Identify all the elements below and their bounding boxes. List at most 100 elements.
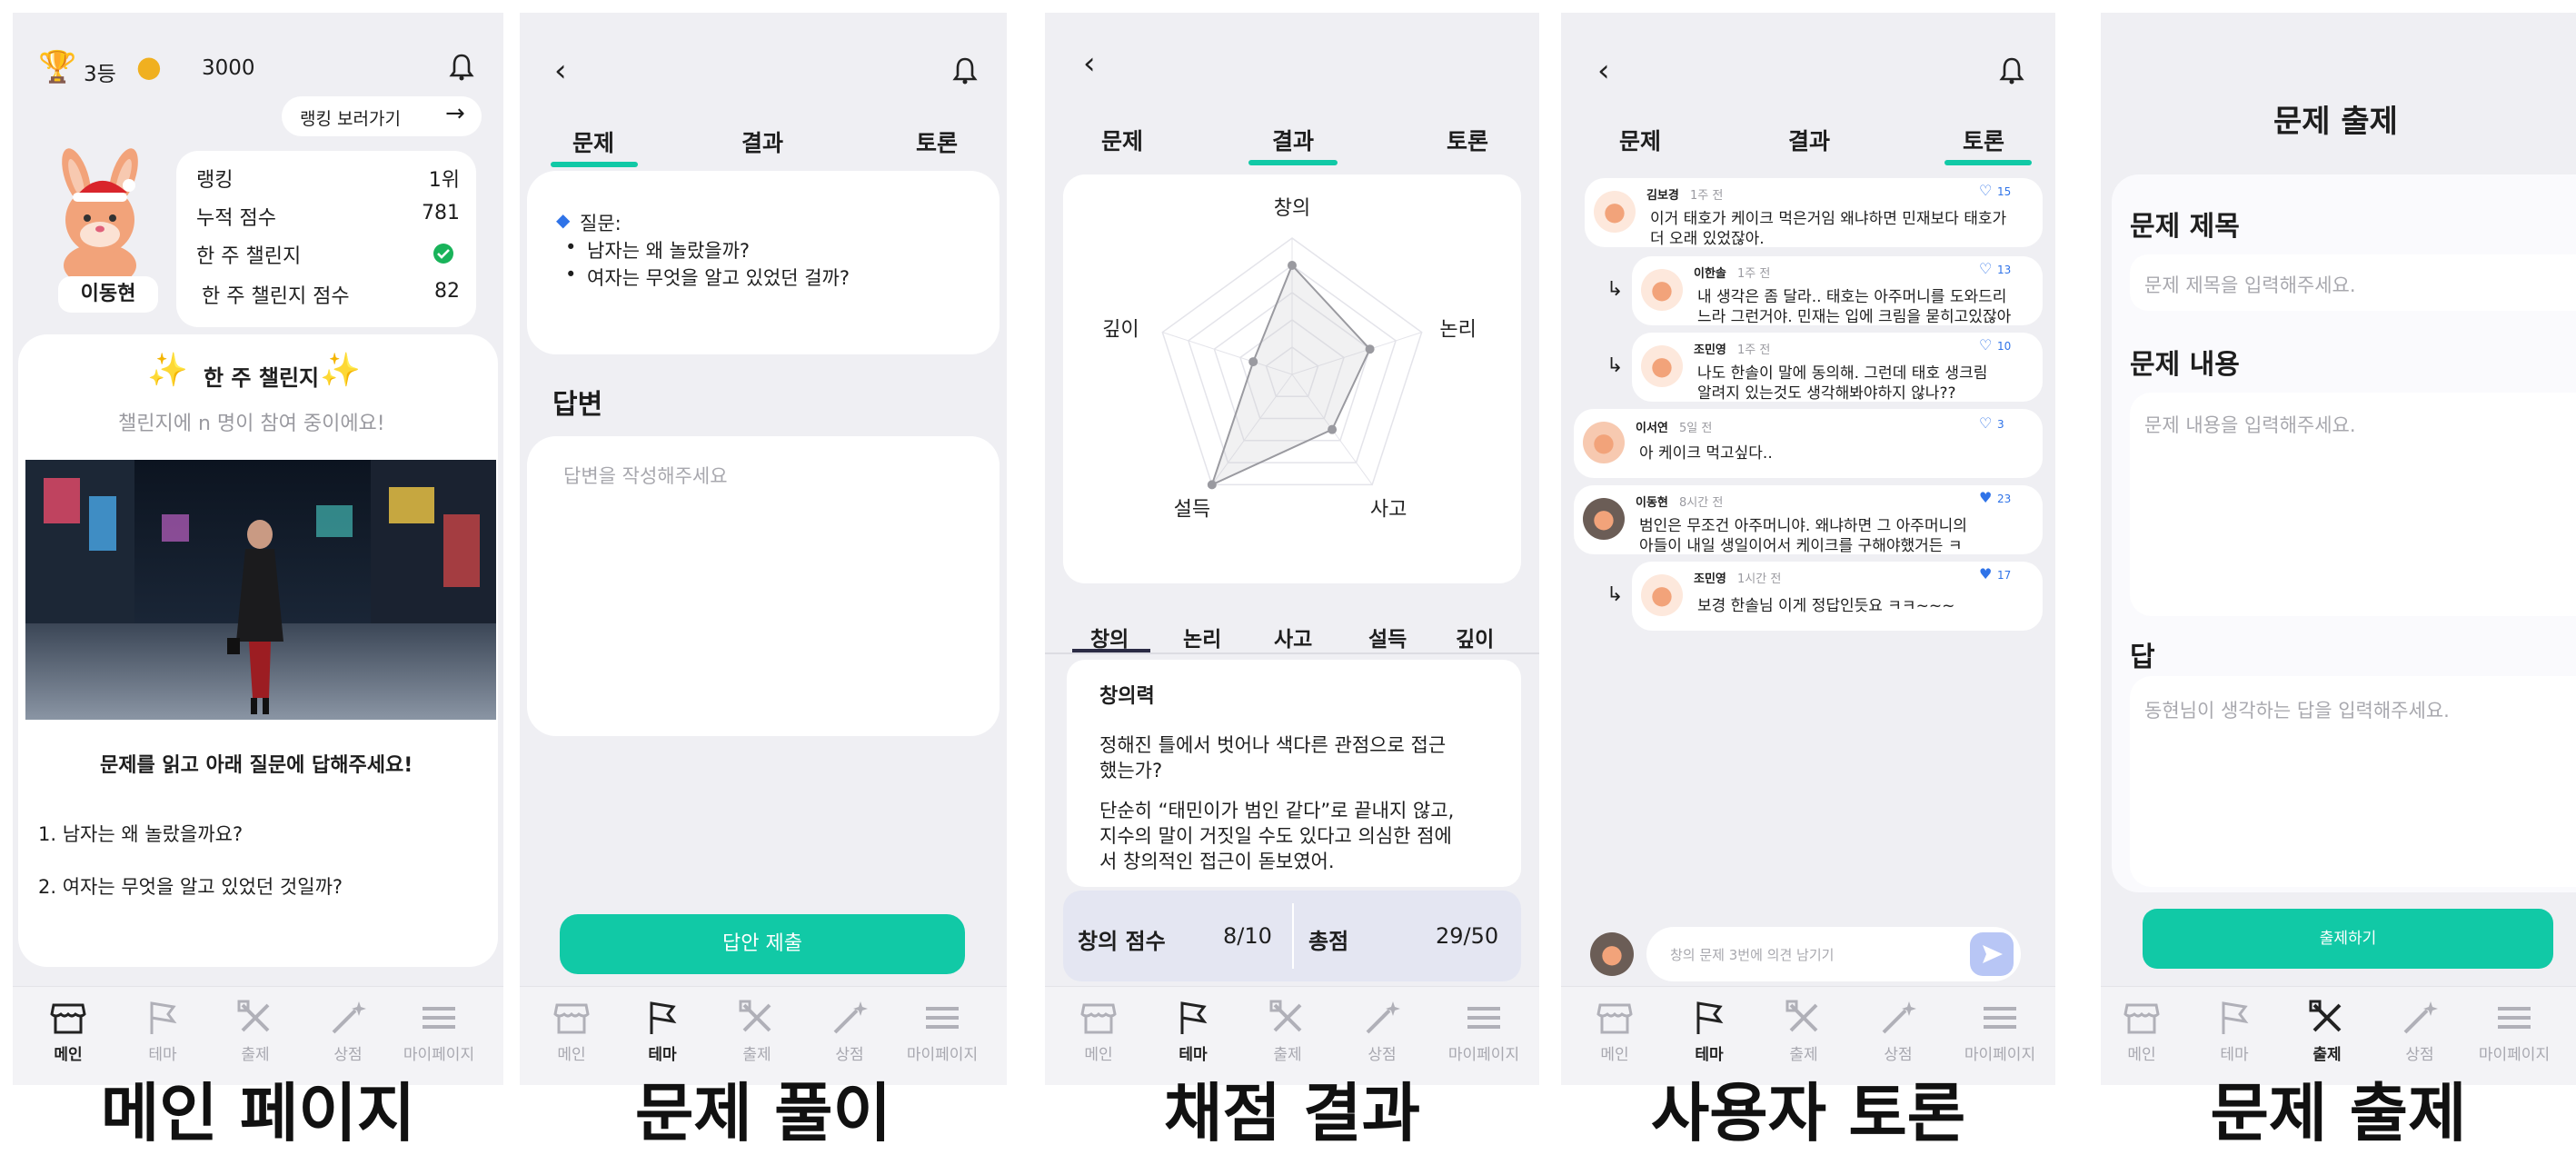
nav-item-mypage[interactable]: 마이페이지 — [1959, 998, 2041, 1064]
back-icon[interactable]: ‹ — [1597, 53, 1610, 89]
nav-item-main[interactable]: 메인 — [1058, 998, 1139, 1064]
nav-item-main[interactable]: 메인 — [1574, 998, 1656, 1064]
active-tab-indicator — [1248, 160, 1338, 165]
tab-problem[interactable]: 문제 — [1599, 124, 1681, 156]
avatar: ● — [1594, 191, 1636, 233]
stat-row: 한 주 챌린지 — [196, 240, 460, 268]
radar-axis-label: 사고 — [1370, 498, 1407, 521]
bullet-icon: • — [565, 236, 577, 258]
back-icon[interactable]: ‹ — [1083, 45, 1096, 82]
criteria-tab-persuasion[interactable]: 설득 — [1368, 622, 1407, 652]
rank-text: 3등 — [84, 63, 116, 86]
nav-item-mypage[interactable]: 마이페이지 — [398, 998, 480, 1064]
heart-icon[interactable]: ♡ — [1979, 414, 1992, 432]
magic-wand-icon — [332, 1001, 366, 1034]
criteria-tab-depth[interactable]: 깊이 — [1456, 622, 1494, 652]
store-icon — [50, 1003, 86, 1034]
bell-icon[interactable] — [952, 56, 978, 85]
tab-discussion[interactable]: 토론 — [1427, 124, 1508, 156]
content-placeholder: 문제 내용을 입력해주세요. — [2144, 414, 2356, 436]
nav-item-shop[interactable]: 상점 — [1341, 998, 1423, 1064]
tab-result[interactable]: 결과 — [721, 125, 803, 158]
nav-item-create[interactable]: 출제 — [716, 998, 798, 1064]
magic-wand-icon — [1882, 1001, 1916, 1034]
answer-textarea[interactable]: 답변을 작성해주세요 — [527, 436, 1000, 736]
nav-item-create[interactable]: 출제 — [214, 998, 296, 1064]
like-count: 15 — [1997, 185, 2012, 198]
bell-icon[interactable] — [1999, 56, 2024, 85]
nav-item-create[interactable]: 출제 — [1763, 998, 1845, 1064]
criteria-tab-creativity[interactable]: 창의 — [1090, 622, 1129, 652]
field-label-content: 문제 내용 — [2130, 349, 2240, 381]
nav-item-main[interactable]: 메인 — [27, 998, 109, 1064]
heart-filled-icon[interactable]: ♥ — [1979, 565, 1992, 582]
total-label: 총점 — [1308, 929, 1349, 954]
content-textarea[interactable]: 문제 내용을 입력해주세요. — [2130, 393, 2576, 616]
criteria-tab-thinking[interactable]: 사고 — [1274, 622, 1312, 652]
heart-icon[interactable]: ♡ — [1979, 336, 1992, 353]
create-submit-button[interactable]: 출제하기 — [2143, 909, 2553, 969]
menu-icon — [423, 1007, 455, 1029]
nav-item-shop[interactable]: 상점 — [809, 998, 890, 1064]
nav-item-theme[interactable]: 테마 — [2193, 998, 2275, 1064]
bell-icon[interactable] — [449, 53, 474, 82]
title-input[interactable]: 문제 제목을 입력해주세요. — [2130, 254, 2576, 311]
nav-label: 상점 — [1368, 1046, 1397, 1064]
flag-icon — [2222, 1001, 2249, 1034]
nav-label: 테마 — [2220, 1046, 2249, 1064]
tab-discussion[interactable]: 토론 — [1943, 124, 2024, 156]
nav-item-mypage[interactable]: 마이페이지 — [1443, 998, 1525, 1064]
nav-item-theme[interactable]: 테마 — [622, 998, 703, 1064]
nav-item-create[interactable]: 출제 — [2286, 998, 2368, 1064]
send-button[interactable] — [1970, 932, 2014, 976]
stats-card: 랭킹 1위 누적 점수 781 한 주 챌린지 한 주 챌린지 점수 82 — [176, 151, 476, 327]
arrow-right-icon: → — [445, 100, 465, 127]
nav-item-theme[interactable]: 테마 — [1668, 998, 1750, 1064]
back-icon[interactable]: ‹ — [554, 53, 567, 89]
tab-problem[interactable]: 문제 — [552, 125, 634, 158]
flag-icon — [1180, 1001, 1208, 1034]
heart-filled-icon[interactable]: ♥ — [1979, 489, 1992, 506]
nav-item-shop[interactable]: 상점 — [1857, 998, 1939, 1064]
ranking-link-button[interactable]: 랭킹 보러가기 → — [282, 96, 482, 136]
stat-label: 한 주 챌린지 — [196, 245, 302, 268]
nav-label: 테마 — [1179, 1046, 1208, 1064]
caption-create: 문제 출제 — [2210, 1076, 2467, 1150]
score-label: 창의 점수 — [1078, 929, 1166, 954]
nav-item-create[interactable]: 출제 — [1247, 998, 1328, 1064]
nav-item-shop[interactable]: 상점 — [307, 998, 389, 1064]
tab-result[interactable]: 결과 — [1252, 124, 1334, 156]
nav-label: 상점 — [835, 1046, 864, 1064]
heart-icon[interactable]: ♡ — [1979, 182, 1992, 199]
radar-point — [1288, 261, 1297, 270]
total-value: 29/50 — [1436, 923, 1499, 949]
reply-arrow-icon: ↳ — [1606, 354, 1624, 377]
answer-textarea[interactable]: 동현님이 생각하는 답을 입력해주세요. — [2130, 676, 2576, 887]
nav-item-mypage[interactable]: 마이페이지 — [901, 998, 983, 1064]
tab-discussion[interactable]: 토론 — [896, 125, 978, 158]
comment-text: 보경 한솔님 이게 정답인듯요 ㅋㅋ~~~ — [1697, 597, 1955, 615]
heart-icon[interactable]: ♡ — [1979, 260, 1992, 277]
active-tab-indicator — [551, 162, 638, 167]
caption-solve: 문제 풀이 — [635, 1076, 891, 1150]
comment-author: 이서연 — [1636, 422, 1668, 435]
criteria-tab-logic[interactable]: 논리 — [1183, 622, 1221, 652]
nav-item-theme[interactable]: 테마 — [122, 998, 204, 1064]
like-count: 17 — [1997, 569, 2012, 582]
coin-count: 3000 — [202, 56, 255, 80]
magic-wand-icon — [833, 1001, 868, 1034]
comment-time: 1시간 전 — [1737, 573, 1782, 586]
comment-input[interactable]: 창의 문제 3번에 의견 남기기 — [1646, 927, 2021, 981]
submit-answer-button[interactable]: 답안 제출 — [560, 914, 965, 974]
rabbit-avatar — [62, 148, 138, 285]
nav-item-theme[interactable]: 테마 — [1152, 998, 1234, 1064]
score-value: 8/10 — [1223, 923, 1272, 949]
tab-result[interactable]: 결과 — [1768, 124, 1850, 156]
question-bullet: 남자는 왜 놀랐을까? — [587, 240, 751, 262]
nav-item-mypage[interactable]: 마이페이지 — [2473, 998, 2555, 1064]
radar-axis-label: 논리 — [1439, 319, 1476, 342]
nav-item-main[interactable]: 메인 — [531, 998, 612, 1064]
nav-item-shop[interactable]: 상점 — [2379, 998, 2461, 1064]
nav-item-main[interactable]: 메인 — [2101, 998, 2183, 1064]
tab-problem[interactable]: 문제 — [1081, 124, 1163, 156]
